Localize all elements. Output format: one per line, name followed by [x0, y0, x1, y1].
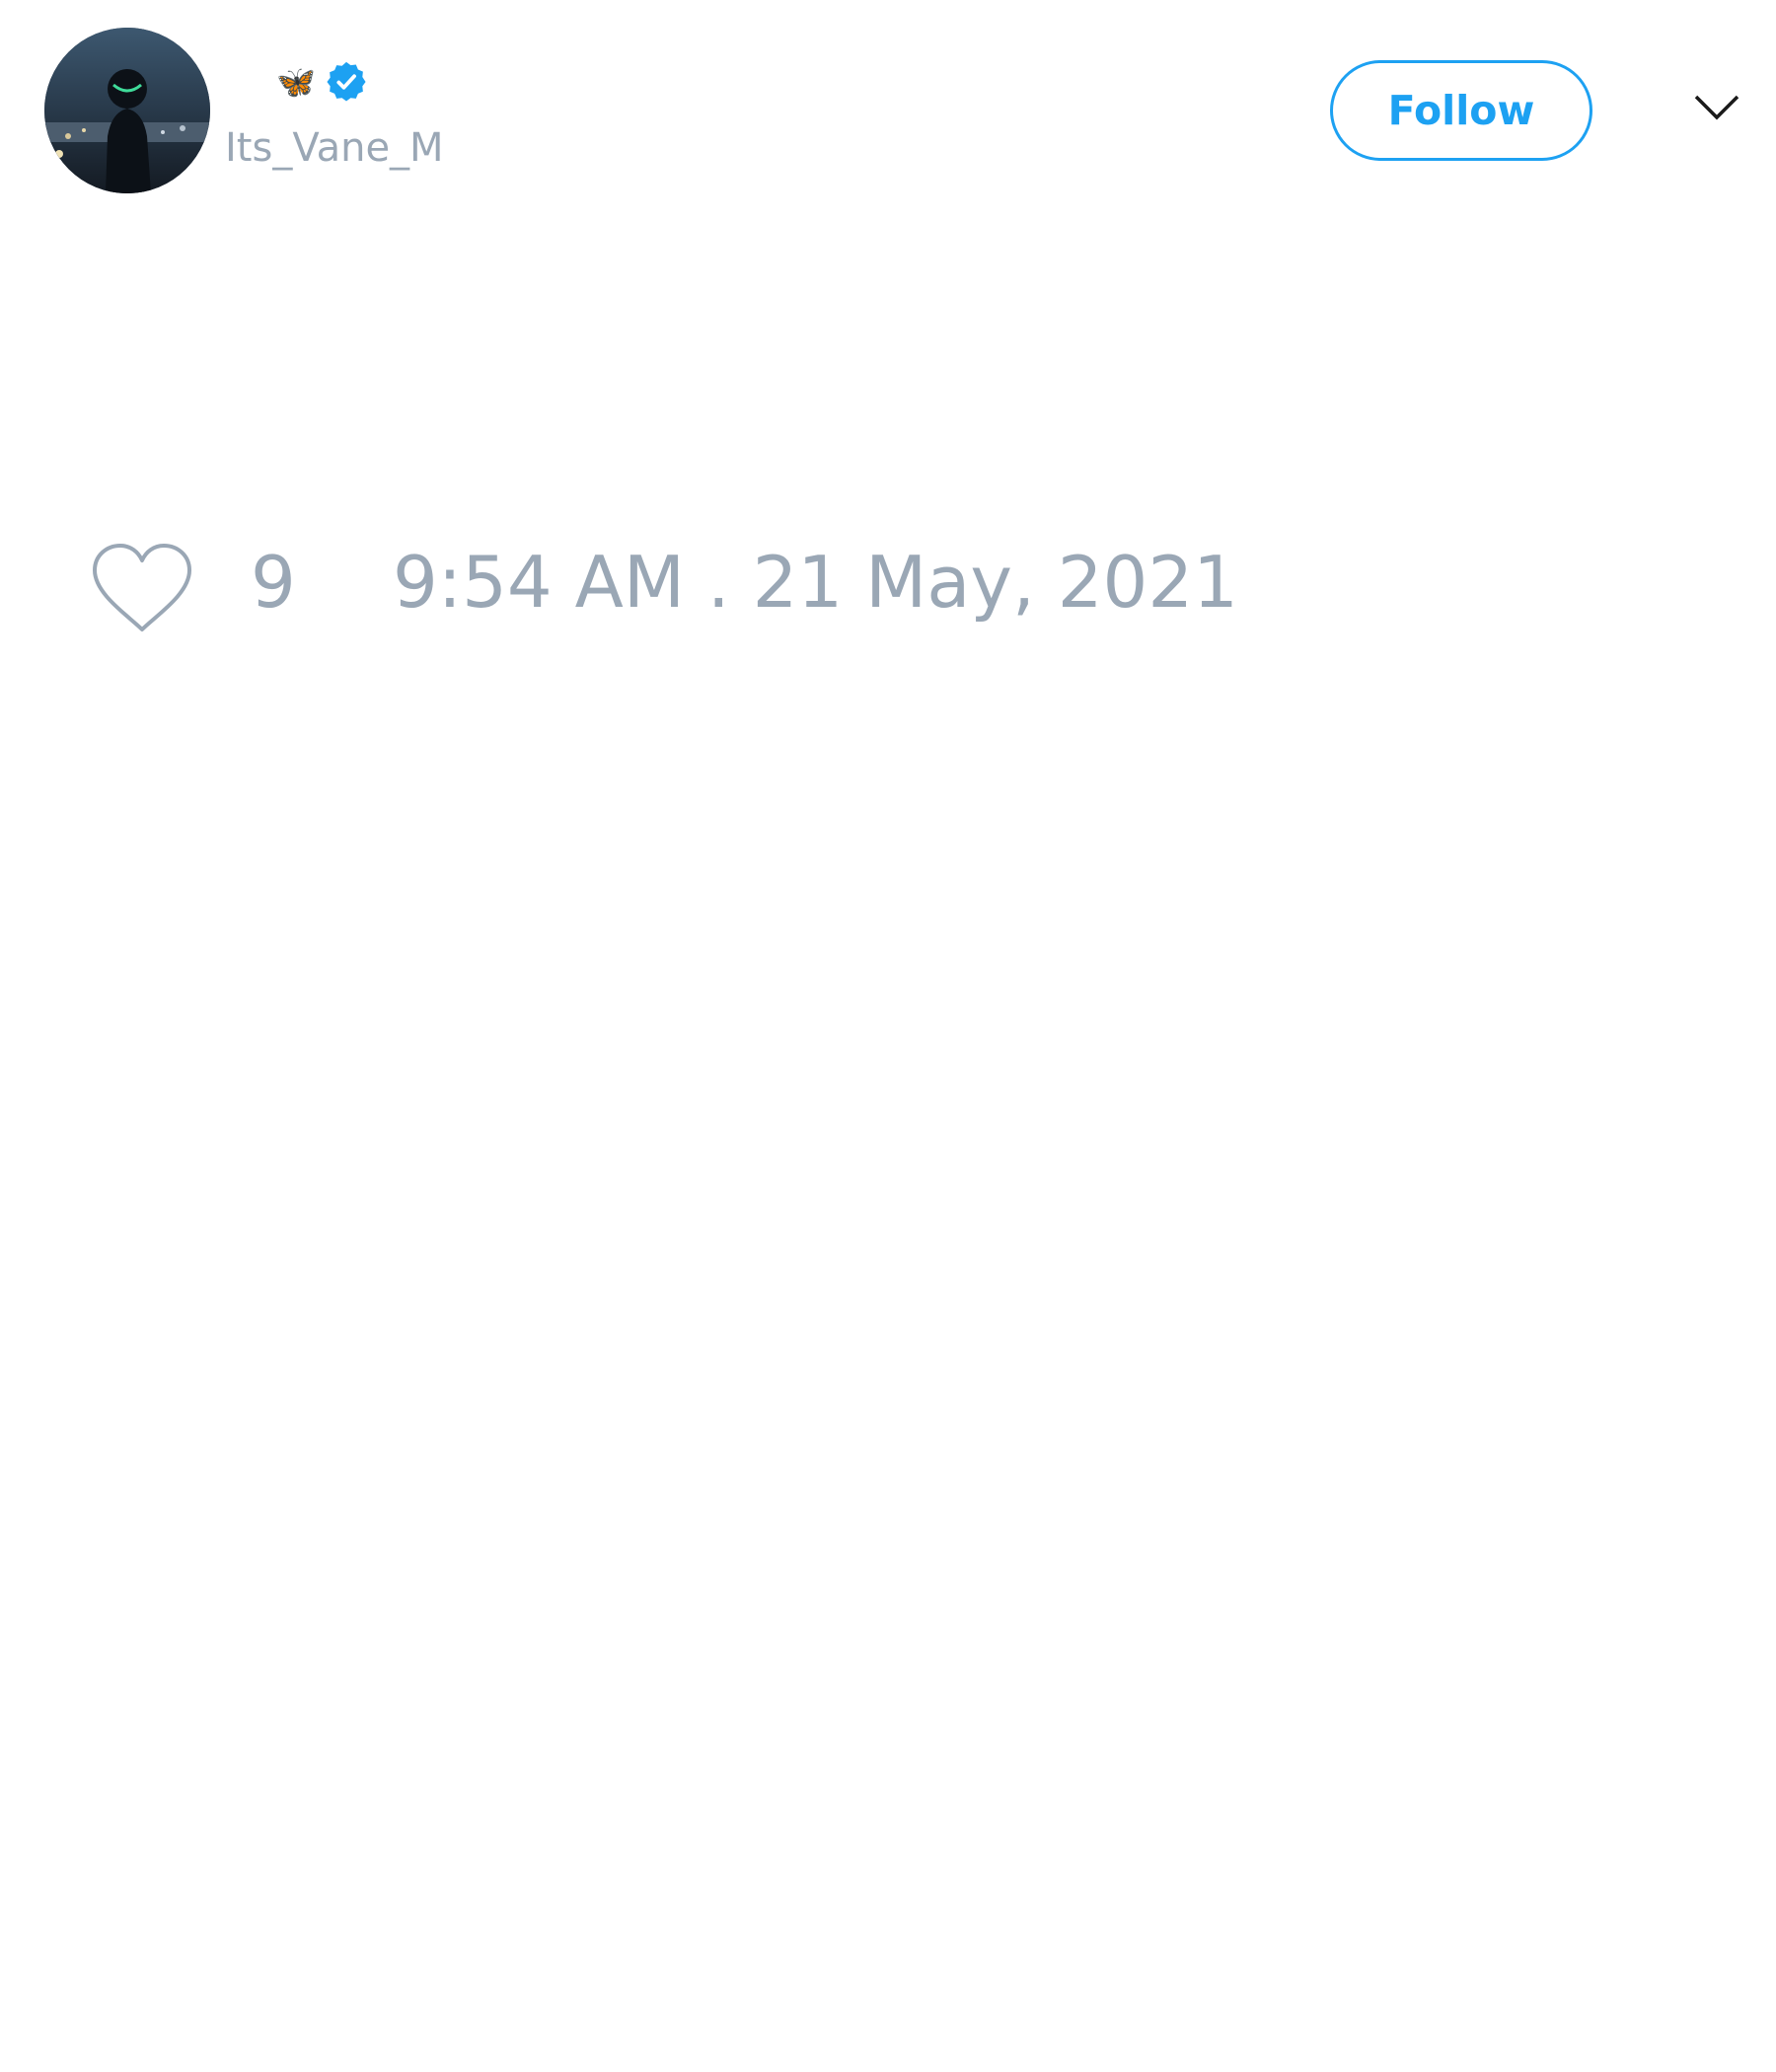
- butterfly-emoji: 🦋: [276, 63, 316, 101]
- display-name-row: 🦋: [276, 57, 369, 107]
- user-handle[interactable]: Its_Vane_M: [225, 125, 444, 171]
- avatar-image: [44, 28, 210, 193]
- tweet-timestamp[interactable]: 9:54 AM . 21 May, 2021: [393, 547, 1238, 618]
- heart-icon[interactable]: [89, 541, 195, 635]
- verified-badge-icon: [327, 61, 366, 102]
- follow-button[interactable]: Follow: [1330, 60, 1592, 161]
- avatar[interactable]: [44, 28, 210, 193]
- chevron-down-icon[interactable]: [1693, 93, 1740, 122]
- like-count: 9: [251, 541, 296, 624]
- tweet-card: 🦋 Its_Vane_M Follow 9 9:54 AM . 21 May, …: [0, 0, 1776, 2072]
